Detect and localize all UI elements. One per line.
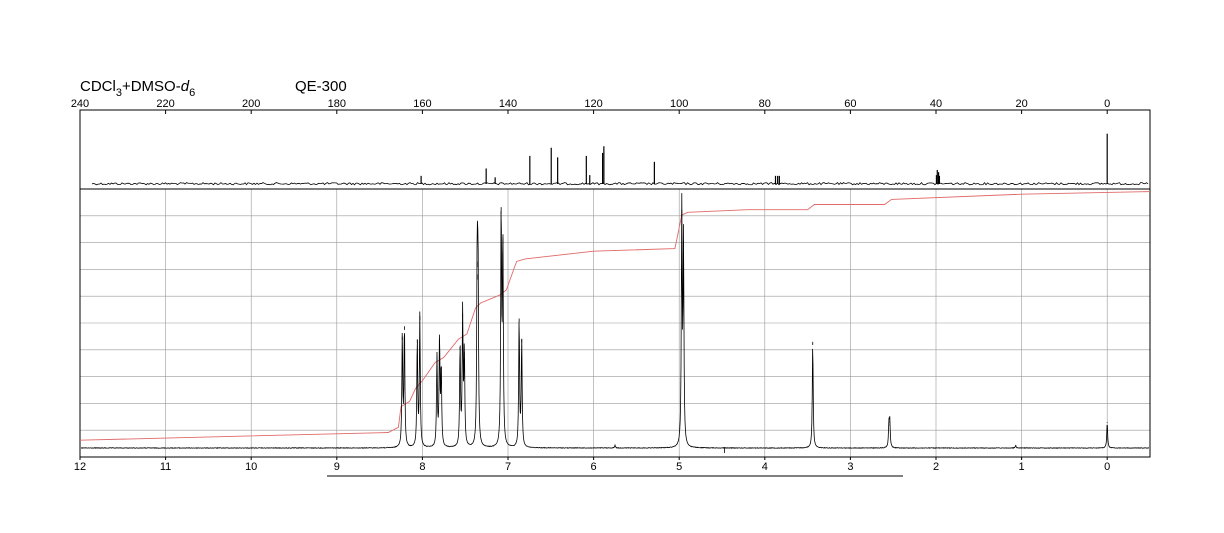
c13-tick-label: 200 <box>242 98 260 110</box>
carbon-13-panel: 240 220 200 180 160 140 120 100 80 60 40 20 0 <box>71 98 1151 190</box>
h1-tick-label: 2 <box>933 461 939 473</box>
h1-tick-label: 11 <box>160 461 171 473</box>
h1-integral-curve <box>79 191 1151 441</box>
h1-tick-label: 7 <box>505 461 511 473</box>
h1-tick-label: 8 <box>419 461 425 473</box>
c13-tick-label: 60 <box>844 98 856 110</box>
proton-panel: 12 11 10 9 8 7 6 5 4 3 2 1 0 <box>74 188 1151 473</box>
h1-tick-label: 0 <box>1104 461 1110 473</box>
solvent-label: CDCl3+DMSO-d6 <box>80 78 196 99</box>
c13-tick-label: 40 <box>930 98 942 110</box>
c13-tick-label: 100 <box>670 98 688 110</box>
h1-tick-label: 6 <box>591 461 597 473</box>
c13-tick-label: 140 <box>499 98 517 110</box>
h1-tick-label: 10 <box>245 461 257 473</box>
h1-tick-label: 4 <box>762 461 768 473</box>
c13-tick-label: 20 <box>1015 98 1027 110</box>
c13-tick-label: 180 <box>328 98 346 110</box>
h1-tick-label: 9 <box>334 461 340 473</box>
nmr-chart: CDCl3+DMSO-d6 QE-300 240 220 200 180 160 140 1… <box>0 0 1224 528</box>
c13-frame <box>79 109 1151 190</box>
h1-tick-label: 1 <box>1019 461 1025 473</box>
h1-tick-label: 3 <box>847 461 853 473</box>
h1-spectrum-trace <box>80 193 1150 449</box>
c13-tick-label: 160 <box>413 98 431 110</box>
c13-tick-label: 220 <box>156 98 174 110</box>
c13-tick-label: 0 <box>1104 98 1110 110</box>
c13-tick-label: 120 <box>584 98 602 110</box>
c13-tick-label: 240 <box>71 98 89 110</box>
c13-baseline <box>91 181 1149 186</box>
h1-tick-label: 5 <box>676 461 682 473</box>
h1-tick-label: 12 <box>74 461 86 473</box>
c13-tick-label: 80 <box>759 98 771 110</box>
instrument-label: QE-300 <box>295 78 347 95</box>
